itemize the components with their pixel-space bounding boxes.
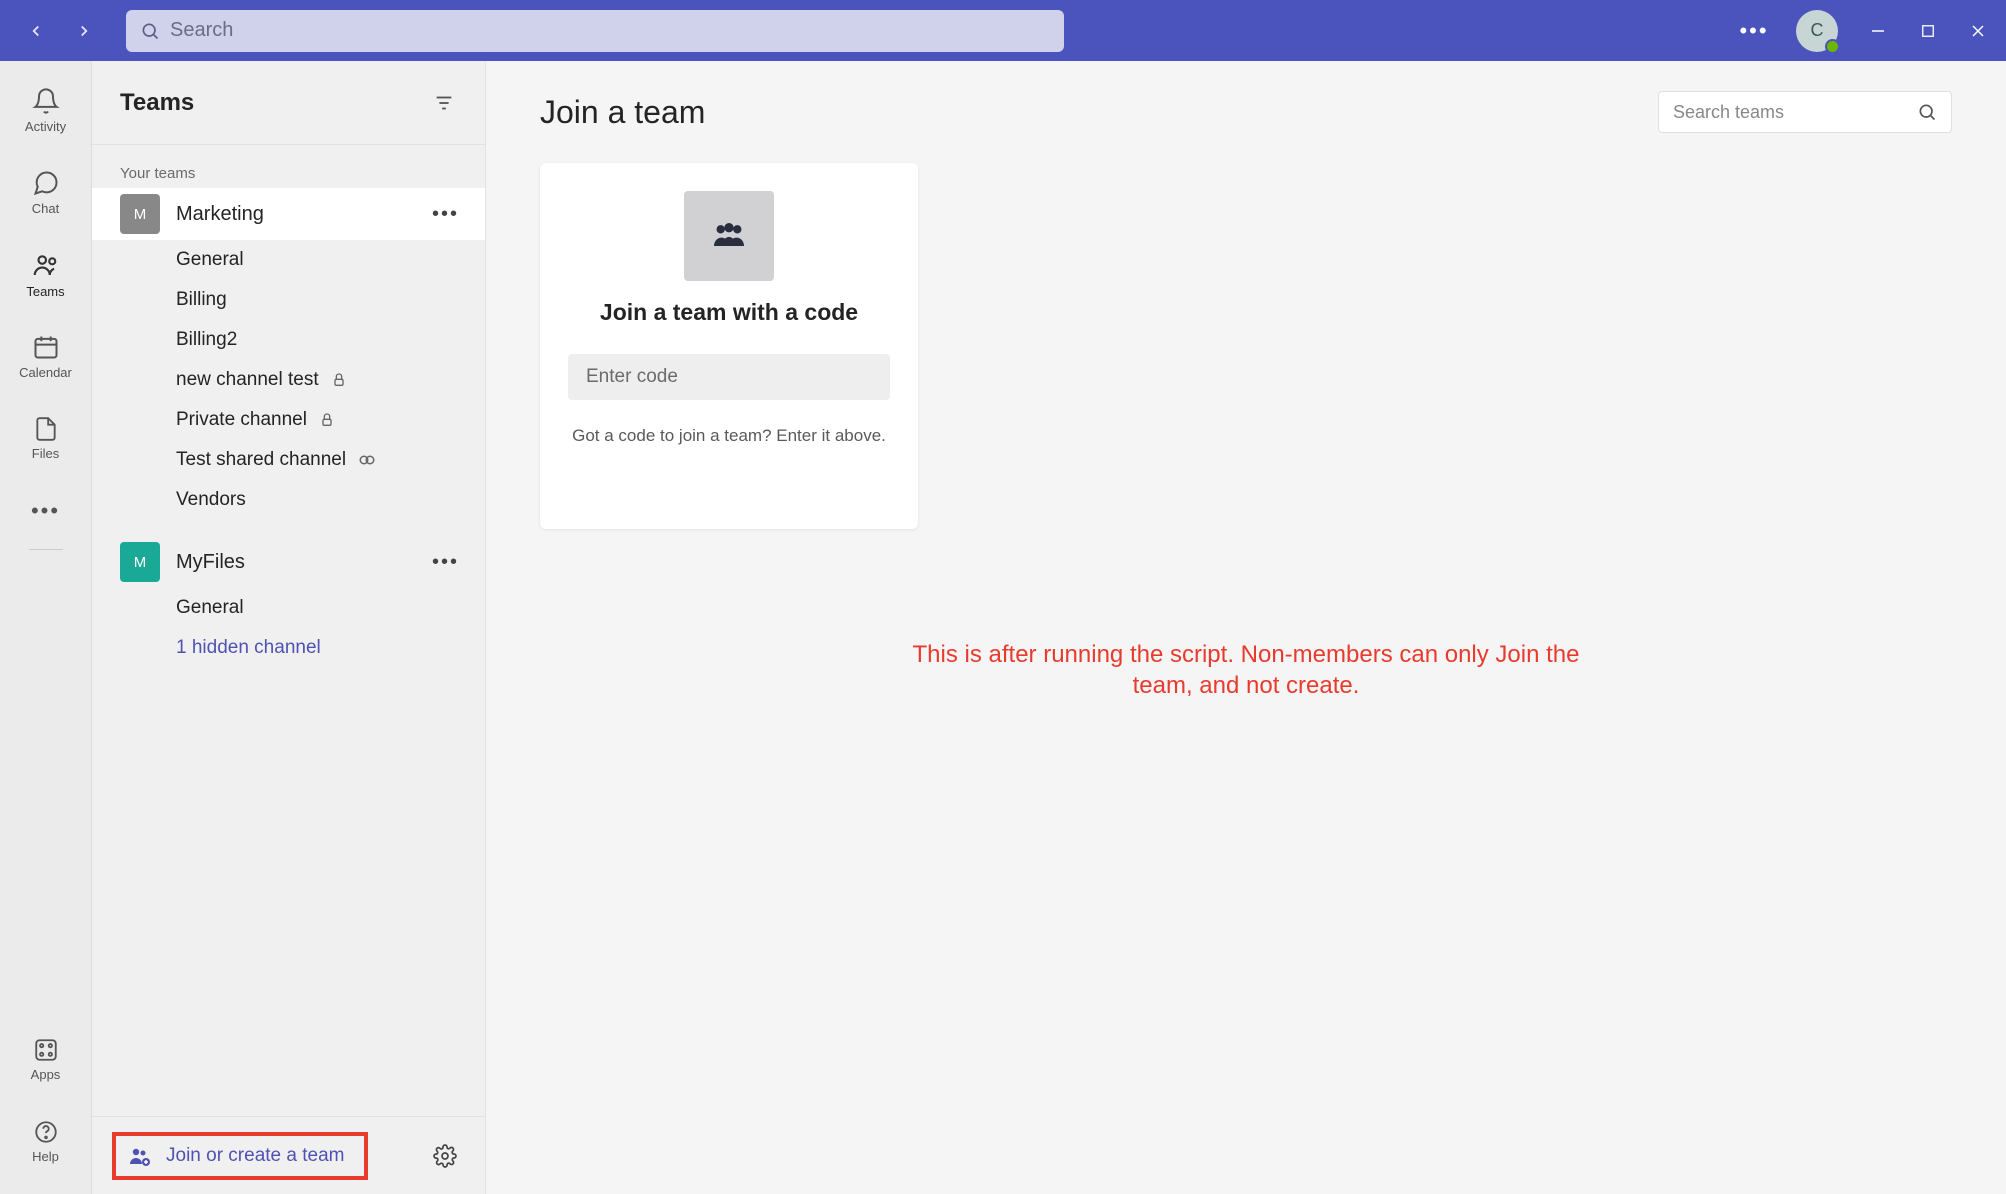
rail-chat[interactable]: Chat	[0, 153, 92, 231]
avatar-initial: C	[1811, 20, 1824, 41]
teams-panel: Teams Your teams M Marketing ••• General…	[92, 61, 486, 1194]
channel-item[interactable]: Test shared channel	[92, 440, 485, 480]
card-icon-box	[684, 191, 774, 281]
global-search-input[interactable]	[170, 19, 1050, 42]
rail-teams[interactable]: Teams	[0, 235, 92, 313]
panel-header: Teams	[92, 61, 485, 145]
calendar-icon	[32, 333, 60, 361]
annotation-text: This is after running the script. Non-me…	[886, 639, 1606, 701]
filter-icon	[433, 92, 455, 114]
search-teams-input[interactable]	[1673, 102, 1907, 123]
team-more-button[interactable]: •••	[432, 203, 465, 226]
channel-item[interactable]: General	[92, 588, 485, 628]
team-more-button[interactable]: •••	[432, 551, 465, 574]
more-options-icon[interactable]: •••	[1742, 19, 1766, 43]
search-teams[interactable]	[1658, 91, 1952, 133]
card-hint: Got a code to join a team? Enter it abov…	[572, 426, 886, 446]
global-search[interactable]	[126, 10, 1064, 52]
team-avatar: M	[120, 542, 160, 582]
title-bar: ••• C	[0, 0, 2006, 61]
gear-icon	[433, 1144, 457, 1168]
join-with-code-card: Join a team with a code Got a code to jo…	[540, 163, 918, 529]
panel-title: Teams	[120, 89, 194, 117]
team-name: MyFiles	[176, 551, 416, 574]
teams-icon	[31, 250, 61, 280]
join-create-label: Join or create a team	[166, 1145, 344, 1167]
rail-files[interactable]: Files	[0, 399, 92, 477]
nav-arrows	[24, 19, 96, 43]
people-add-icon	[128, 1144, 152, 1168]
card-title: Join a team with a code	[600, 299, 858, 326]
main-content: Join a team Join a team with a code Got …	[486, 61, 2006, 1194]
rail-help[interactable]: Help	[0, 1102, 92, 1180]
close-button[interactable]	[1968, 21, 1988, 41]
filter-button[interactable]	[433, 92, 455, 114]
forward-button[interactable]	[72, 19, 96, 43]
user-avatar[interactable]: C	[1796, 10, 1838, 52]
help-icon	[33, 1119, 59, 1145]
team-name: Marketing	[176, 203, 416, 226]
shared-icon	[358, 451, 376, 469]
channel-item[interactable]: new channel test	[92, 360, 485, 400]
team-avatar: M	[120, 194, 160, 234]
channel-item[interactable]: Billing2	[92, 320, 485, 360]
main-header: Join a team	[540, 91, 1952, 133]
panel-list: Your teams M Marketing ••• General Billi…	[92, 145, 485, 1116]
teams-icon	[709, 216, 749, 256]
presence-indicator	[1825, 39, 1840, 54]
lock-icon	[331, 372, 347, 388]
section-label: Your teams	[92, 159, 485, 188]
minimize-button[interactable]	[1868, 21, 1888, 41]
back-button[interactable]	[24, 19, 48, 43]
search-icon	[140, 21, 160, 41]
channel-item[interactable]: General	[92, 240, 485, 280]
team-code-input[interactable]	[568, 354, 890, 400]
join-create-team-button[interactable]: Join or create a team	[112, 1132, 368, 1180]
team-row-marketing[interactable]: M Marketing •••	[92, 188, 485, 240]
rail-separator	[29, 549, 63, 550]
chat-icon	[32, 169, 60, 197]
settings-button[interactable]	[433, 1144, 457, 1168]
maximize-button[interactable]	[1918, 21, 1938, 41]
hidden-channels-link[interactable]: 1 hidden channel	[92, 628, 485, 668]
lock-icon	[319, 412, 335, 428]
titlebar-right: ••• C	[1742, 10, 1988, 52]
rail-calendar[interactable]: Calendar	[0, 317, 92, 395]
search-icon	[1917, 102, 1937, 122]
rail-apps[interactable]: Apps	[0, 1020, 92, 1098]
app-rail: Activity Chat Teams Calendar Files ••• A…	[0, 61, 92, 1194]
file-icon	[33, 416, 59, 442]
channel-item[interactable]: Vendors	[92, 480, 485, 520]
page-title: Join a team	[540, 94, 705, 131]
team-row-myfiles[interactable]: M MyFiles •••	[92, 536, 485, 588]
rail-activity[interactable]: Activity	[0, 71, 92, 149]
channel-item[interactable]: Private channel	[92, 400, 485, 440]
rail-more[interactable]: •••	[0, 481, 92, 541]
channel-item[interactable]: Billing	[92, 280, 485, 320]
panel-footer: Join or create a team	[92, 1116, 485, 1194]
apps-icon	[33, 1037, 59, 1063]
bell-icon	[32, 87, 60, 115]
